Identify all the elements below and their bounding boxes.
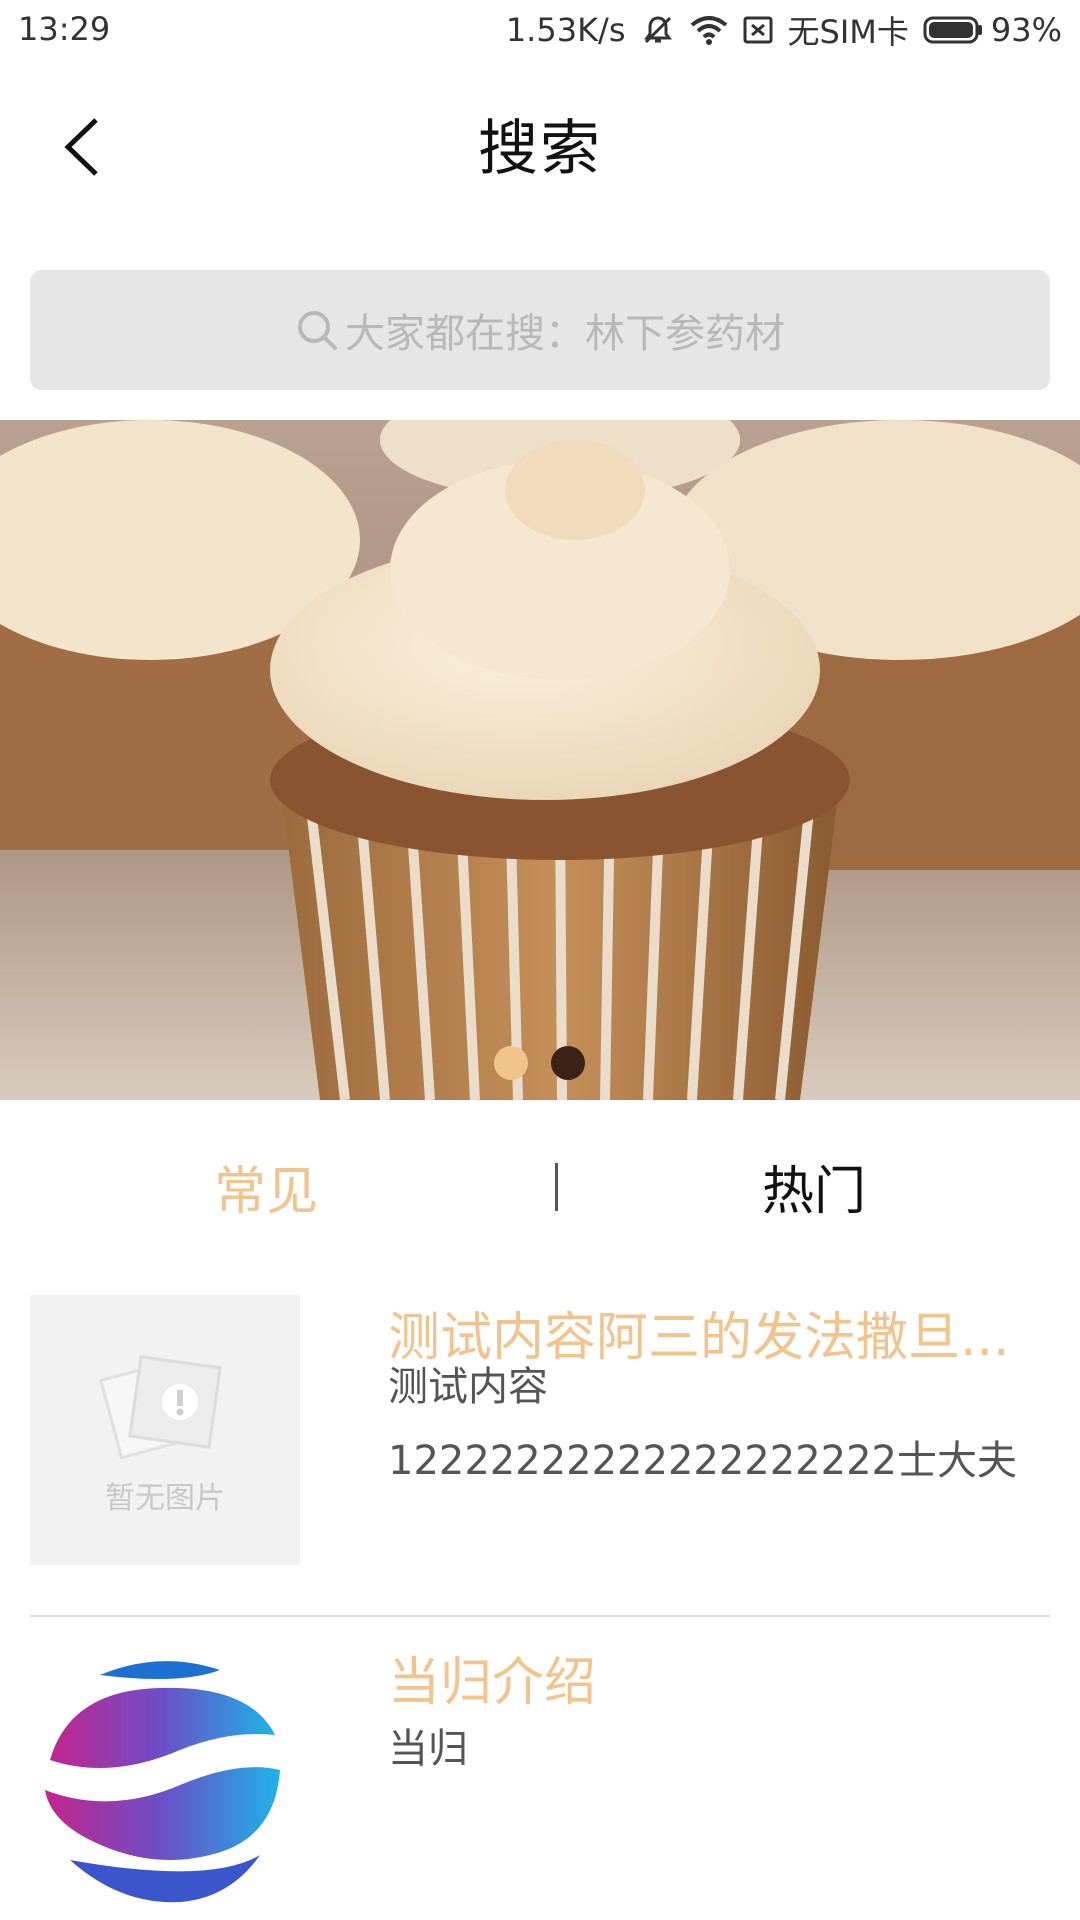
app-header: 搜索 [0, 62, 1080, 232]
search-placeholder: 大家都在搜：林下参药材 [345, 311, 785, 357]
item-desc-line1: 测试内容 [388, 1364, 548, 1410]
item-title: 当归介绍 [388, 1653, 597, 1713]
cupcake-photo [0, 420, 1080, 1100]
no-sim-icon [742, 14, 774, 46]
globe-logo [30, 1640, 300, 1910]
banner-carousel[interactable] [0, 420, 1080, 1100]
item-desc-line1: 当归 [388, 1726, 468, 1772]
list-item[interactable]: 当归介绍 当归 [30, 1640, 1050, 1920]
no-image-text: 暂无图片 [105, 1481, 225, 1516]
search-icon [298, 311, 337, 350]
list-item[interactable]: 暂无图片 测试内容阿三的发法撒旦... 测试内容 122222222222222… [30, 1295, 1050, 1617]
no-image-icon [99, 1355, 222, 1460]
status-time: 13:29 [18, 10, 111, 48]
battery: 93% [923, 11, 1062, 49]
carousel-dot-2[interactable] [551, 1046, 585, 1080]
search-input[interactable]: 大家都在搜：林下参药材 [30, 270, 1050, 390]
wifi-icon [690, 15, 728, 45]
battery-level: 93% [990, 11, 1062, 49]
status-bar: 13:29 1.53K/s 无SIM卡 93% [0, 0, 1080, 62]
page-title: 搜索 [478, 114, 602, 184]
battery-icon [923, 16, 982, 44]
category-tabs: 常见 热门 [0, 1135, 1080, 1235]
tab-hot[interactable]: 热门 [762, 1149, 866, 1224]
mute-icon [640, 12, 676, 48]
tab-common[interactable]: 常见 [214, 1149, 318, 1224]
globe-logo-icon [45, 1661, 280, 1903]
net-speed: 1.53K/s [505, 11, 626, 49]
tab-divider [555, 1163, 558, 1211]
sim-status: 无SIM卡 [787, 13, 909, 51]
item-desc-line2: 12222222222222222222士大夫 [388, 1438, 1017, 1484]
carousel-dot-1[interactable] [494, 1046, 528, 1080]
no-image-placeholder: 暂无图片 [30, 1295, 300, 1565]
status-right: 1.53K/s 无SIM卡 93% [506, 8, 1062, 52]
